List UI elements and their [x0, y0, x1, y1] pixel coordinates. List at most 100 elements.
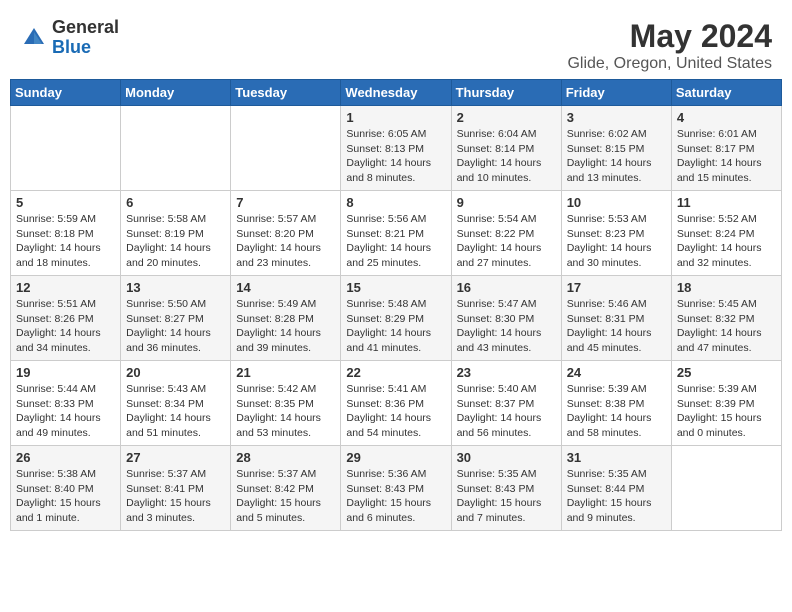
weekday-header-saturday: Saturday [671, 80, 781, 106]
day-info: Sunrise: 5:38 AMSunset: 8:40 PMDaylight:… [16, 467, 115, 526]
weekday-header-friday: Friday [561, 80, 671, 106]
day-info: Sunrise: 5:49 AMSunset: 8:28 PMDaylight:… [236, 297, 335, 356]
day-number: 6 [126, 195, 225, 210]
day-number: 29 [346, 450, 445, 465]
day-info: Sunrise: 5:39 AMSunset: 8:38 PMDaylight:… [567, 382, 666, 441]
day-info: Sunrise: 5:39 AMSunset: 8:39 PMDaylight:… [677, 382, 776, 441]
day-info: Sunrise: 5:43 AMSunset: 8:34 PMDaylight:… [126, 382, 225, 441]
title-block: May 2024 Glide, Oregon, United States [567, 18, 772, 73]
day-info: Sunrise: 6:02 AMSunset: 8:15 PMDaylight:… [567, 127, 666, 186]
day-number: 14 [236, 280, 335, 295]
calendar-day-cell: 3 Sunrise: 6:02 AMSunset: 8:15 PMDaylight… [561, 106, 671, 191]
day-info: Sunrise: 5:58 AMSunset: 8:19 PMDaylight:… [126, 212, 225, 271]
calendar-day-cell: 14 Sunrise: 5:49 AMSunset: 8:28 PMDayligh… [231, 276, 341, 361]
day-number: 1 [346, 110, 445, 125]
calendar-day-cell: 9 Sunrise: 5:54 AMSunset: 8:22 PMDaylight… [451, 191, 561, 276]
day-number: 19 [16, 365, 115, 380]
calendar-day-cell: 21 Sunrise: 5:42 AMSunset: 8:35 PMDayligh… [231, 361, 341, 446]
day-info: Sunrise: 5:35 AMSunset: 8:43 PMDaylight:… [457, 467, 556, 526]
day-info: Sunrise: 5:56 AMSunset: 8:21 PMDaylight:… [346, 212, 445, 271]
day-info: Sunrise: 5:59 AMSunset: 8:18 PMDaylight:… [16, 212, 115, 271]
day-info: Sunrise: 5:57 AMSunset: 8:20 PMDaylight:… [236, 212, 335, 271]
day-info: Sunrise: 5:37 AMSunset: 8:41 PMDaylight:… [126, 467, 225, 526]
day-info: Sunrise: 5:48 AMSunset: 8:29 PMDaylight:… [346, 297, 445, 356]
empty-cell [231, 106, 341, 191]
empty-cell [121, 106, 231, 191]
day-number: 3 [567, 110, 666, 125]
day-number: 28 [236, 450, 335, 465]
day-number: 21 [236, 365, 335, 380]
day-number: 16 [457, 280, 556, 295]
day-number: 10 [567, 195, 666, 210]
calendar-day-cell: 8Sunrise: 5:56 AMSunset: 8:21 PMDaylight… [341, 191, 451, 276]
calendar-day-cell: 5Sunrise: 5:59 AMSunset: 8:18 PMDaylight… [11, 191, 121, 276]
calendar-body: 1 Sunrise: 6:05 AMSunset: 8:13 PMDaylight… [11, 106, 782, 531]
calendar-day-cell: 24Sunrise: 5:39 AMSunset: 8:38 PMDayligh… [561, 361, 671, 446]
calendar-day-cell: 29 Sunrise: 5:36 AMSunset: 8:43 PMDayligh… [341, 446, 451, 531]
day-number: 26 [16, 450, 115, 465]
day-number: 15 [346, 280, 445, 295]
day-info: Sunrise: 5:47 AMSunset: 8:30 PMDaylight:… [457, 297, 556, 356]
weekday-header-wednesday: Wednesday [341, 80, 451, 106]
day-number: 4 [677, 110, 776, 125]
day-info: Sunrise: 5:50 AMSunset: 8:27 PMDaylight:… [126, 297, 225, 356]
month-title: May 2024 [567, 18, 772, 55]
calendar-table: SundayMondayTuesdayWednesdayThursdayFrid… [10, 79, 782, 531]
day-number: 23 [457, 365, 556, 380]
calendar-day-cell: 23Sunrise: 5:40 AMSunset: 8:37 PMDayligh… [451, 361, 561, 446]
calendar-week-row: 12Sunrise: 5:51 AMSunset: 8:26 PMDayligh… [11, 276, 782, 361]
calendar-week-row: 5Sunrise: 5:59 AMSunset: 8:18 PMDaylight… [11, 191, 782, 276]
calendar-day-cell: 31 Sunrise: 5:35 AMSunset: 8:44 PMDayligh… [561, 446, 671, 531]
calendar-day-cell: 19Sunrise: 5:44 AMSunset: 8:33 PMDayligh… [11, 361, 121, 446]
calendar-day-cell: 22 Sunrise: 5:41 AMSunset: 8:36 PMDayligh… [341, 361, 451, 446]
logo-icon [20, 24, 48, 52]
day-number: 2 [457, 110, 556, 125]
day-info: Sunrise: 6:01 AMSunset: 8:17 PMDaylight:… [677, 127, 776, 186]
day-number: 25 [677, 365, 776, 380]
day-info: Sunrise: 5:37 AMSunset: 8:42 PMDaylight:… [236, 467, 335, 526]
weekday-header-thursday: Thursday [451, 80, 561, 106]
day-info: Sunrise: 5:41 AMSunset: 8:36 PMDaylight:… [346, 382, 445, 441]
empty-cell [11, 106, 121, 191]
day-info: Sunrise: 5:45 AMSunset: 8:32 PMDaylight:… [677, 297, 776, 356]
calendar-day-cell: 2 Sunrise: 6:04 AMSunset: 8:14 PMDaylight… [451, 106, 561, 191]
calendar-day-cell: 15 Sunrise: 5:48 AMSunset: 8:29 PMDayligh… [341, 276, 451, 361]
logo: General Blue [20, 18, 119, 58]
logo-general-text: General [52, 18, 119, 38]
calendar-week-row: 1 Sunrise: 6:05 AMSunset: 8:13 PMDaylight… [11, 106, 782, 191]
calendar-day-cell: 26 Sunrise: 5:38 AMSunset: 8:40 PMDayligh… [11, 446, 121, 531]
calendar-day-cell: 1 Sunrise: 6:05 AMSunset: 8:13 PMDaylight… [341, 106, 451, 191]
day-number: 9 [457, 195, 556, 210]
day-number: 20 [126, 365, 225, 380]
calendar-header: SundayMondayTuesdayWednesdayThursdayFrid… [11, 80, 782, 106]
day-info: Sunrise: 5:54 AMSunset: 8:22 PMDaylight:… [457, 212, 556, 271]
calendar-day-cell: 13 Sunrise: 5:50 AMSunset: 8:27 PMDayligh… [121, 276, 231, 361]
calendar-day-cell: 10 Sunrise: 5:53 AMSunset: 8:23 PMDayligh… [561, 191, 671, 276]
day-info: Sunrise: 5:35 AMSunset: 8:44 PMDaylight:… [567, 467, 666, 526]
day-number: 13 [126, 280, 225, 295]
day-info: Sunrise: 5:51 AMSunset: 8:26 PMDaylight:… [16, 297, 115, 356]
calendar-day-cell: 20 Sunrise: 5:43 AMSunset: 8:34 PMDayligh… [121, 361, 231, 446]
empty-cell [671, 446, 781, 531]
day-info: Sunrise: 6:04 AMSunset: 8:14 PMDaylight:… [457, 127, 556, 186]
day-number: 18 [677, 280, 776, 295]
weekday-header-sunday: Sunday [11, 80, 121, 106]
calendar-day-cell: 17Sunrise: 5:46 AMSunset: 8:31 PMDayligh… [561, 276, 671, 361]
calendar-day-cell: 25 Sunrise: 5:39 AMSunset: 8:39 PMDayligh… [671, 361, 781, 446]
calendar-day-cell: 27Sunrise: 5:37 AMSunset: 8:41 PMDayligh… [121, 446, 231, 531]
calendar-day-cell: 11Sunrise: 5:52 AMSunset: 8:24 PMDayligh… [671, 191, 781, 276]
day-number: 22 [346, 365, 445, 380]
calendar-day-cell: 18 Sunrise: 5:45 AMSunset: 8:32 PMDayligh… [671, 276, 781, 361]
calendar-day-cell: 6 Sunrise: 5:58 AMSunset: 8:19 PMDaylight… [121, 191, 231, 276]
day-info: Sunrise: 5:36 AMSunset: 8:43 PMDaylight:… [346, 467, 445, 526]
day-info: Sunrise: 5:53 AMSunset: 8:23 PMDaylight:… [567, 212, 666, 271]
calendar-week-row: 26 Sunrise: 5:38 AMSunset: 8:40 PMDayligh… [11, 446, 782, 531]
location-title: Glide, Oregon, United States [567, 55, 772, 73]
day-info: Sunrise: 6:05 AMSunset: 8:13 PMDaylight:… [346, 127, 445, 186]
day-info: Sunrise: 5:42 AMSunset: 8:35 PMDaylight:… [236, 382, 335, 441]
day-number: 17 [567, 280, 666, 295]
day-info: Sunrise: 5:52 AMSunset: 8:24 PMDaylight:… [677, 212, 776, 271]
day-number: 31 [567, 450, 666, 465]
day-number: 7 [236, 195, 335, 210]
day-number: 30 [457, 450, 556, 465]
